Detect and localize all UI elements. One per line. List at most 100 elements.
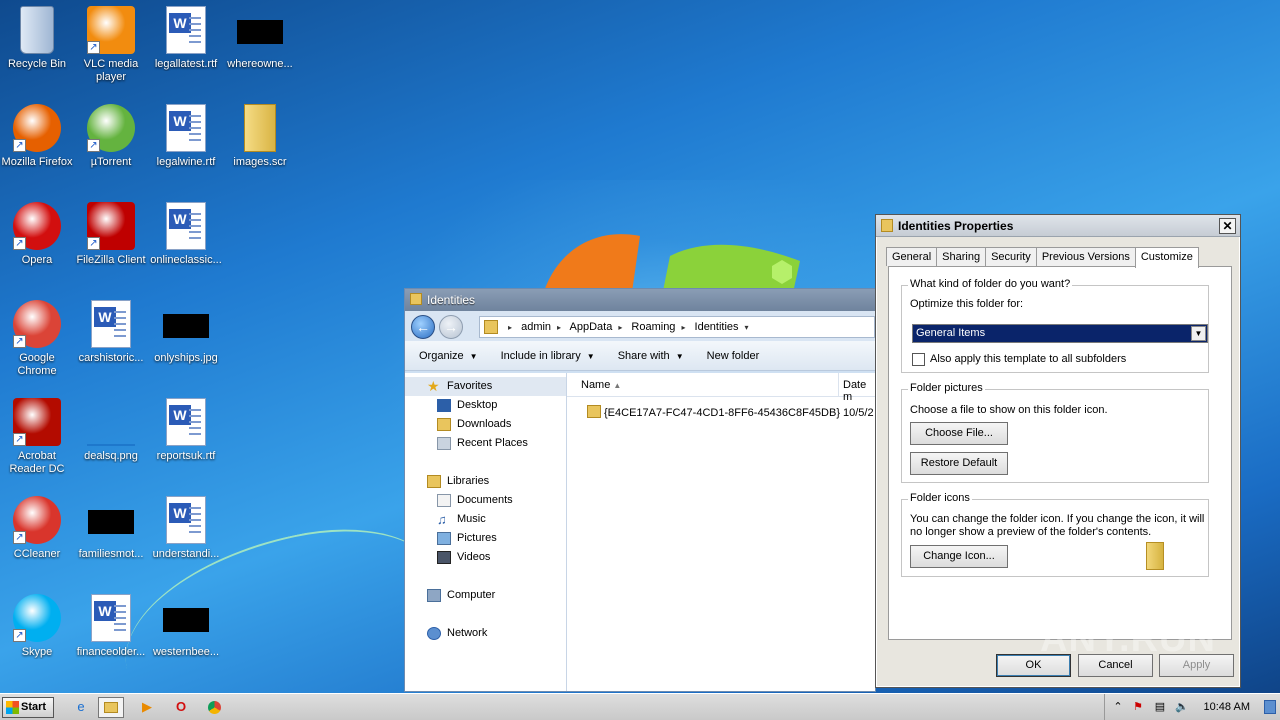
back-button[interactable]: ← bbox=[411, 315, 435, 339]
nav-downloads[interactable]: Downloads bbox=[405, 415, 566, 434]
nav-videos[interactable]: Videos bbox=[405, 548, 566, 567]
group-legend: What kind of folder do you want? bbox=[908, 278, 1073, 290]
desktop-icon-item[interactable]: whereowne... bbox=[223, 6, 297, 71]
breadcrumb-item[interactable]: Identities bbox=[695, 321, 739, 333]
desktop-icon-item[interactable]: Wcarshistoric... bbox=[74, 300, 148, 365]
chevron-right-icon[interactable]: ▸ bbox=[618, 323, 622, 332]
tab-previous-versions[interactable]: Previous Versions bbox=[1035, 247, 1136, 266]
nav-network[interactable]: Network bbox=[405, 624, 566, 643]
breadcrumb-item[interactable]: admin bbox=[521, 321, 551, 333]
explorer-titlebar[interactable]: Identities bbox=[405, 289, 875, 311]
desktop-icon-item[interactable]: ↗ Acrobat Reader DC bbox=[0, 398, 74, 476]
show-hidden-icons-icon[interactable]: ⌃ bbox=[1111, 700, 1125, 714]
nav-libraries[interactable]: Libraries bbox=[405, 472, 566, 491]
chevron-down-icon[interactable]: ▼ bbox=[1191, 326, 1206, 341]
desktop-icon-item[interactable]: ↗ CCleaner bbox=[0, 496, 74, 561]
desktop-icon-item[interactable]: westernbee... bbox=[149, 594, 223, 659]
nav-recent-places[interactable]: Recent Places bbox=[405, 434, 566, 453]
breadcrumb-item[interactable]: Roaming bbox=[631, 321, 675, 333]
volume-icon[interactable]: 🔈 bbox=[1175, 700, 1189, 714]
desktop-icon-item[interactable]: ↗ µTorrent bbox=[74, 104, 148, 169]
watermark-text: ANY.RUN bbox=[1040, 618, 1216, 660]
new-folder-button[interactable]: New folder bbox=[707, 350, 760, 362]
start-button[interactable]: Start bbox=[2, 697, 54, 718]
desktop-icon-item[interactable]: ↗ FileZilla Client bbox=[74, 202, 148, 267]
choose-file-button[interactable]: Choose File... bbox=[910, 422, 1008, 445]
tab-security[interactable]: Security bbox=[985, 247, 1037, 266]
clock[interactable]: 10:48 AM bbox=[1204, 701, 1250, 713]
opera-icon[interactable]: O bbox=[168, 697, 194, 718]
desktop-icon-item[interactable]: Recycle Bin bbox=[0, 6, 74, 71]
nav-music[interactable]: ♫ Music bbox=[405, 510, 566, 529]
desktop-icon-item[interactable]: ↗ Mozilla Firefox bbox=[0, 104, 74, 169]
forward-button[interactable]: → bbox=[439, 315, 463, 339]
desktop-icon-item[interactable]: onlyships.jpg bbox=[149, 300, 223, 365]
desktop-icon-label: dealsq.png bbox=[84, 450, 138, 462]
table-row[interactable]: {E4CE17A7-FC47-4CD1-8FF6-45436C8F45DB} 1… bbox=[567, 401, 875, 423]
apply-subfolders-label[interactable]: Also apply this template to all subfolde… bbox=[930, 353, 1126, 365]
system-tray: ⌃ ⚑ ▤ 🔈 10:48 AM bbox=[1104, 694, 1280, 720]
desktop-icon-item[interactable]: Wfinanceolder... bbox=[74, 594, 148, 659]
explorer-window[interactable]: Identities ← → ▸ admin ▸ AppData ▸ Roaming… bbox=[404, 288, 876, 692]
computer-icon bbox=[427, 589, 441, 602]
desktop-icon-item[interactable]: familiesmot... bbox=[74, 496, 148, 561]
chevron-right-icon[interactable]: ▸ bbox=[557, 323, 561, 332]
chevron-right-icon[interactable]: ▸ bbox=[508, 323, 512, 332]
explorer-taskbar-icon[interactable] bbox=[98, 697, 124, 718]
desktop-icon-item[interactable]: dealsq.png bbox=[74, 398, 148, 463]
desktop-icon-label: Mozilla Firefox bbox=[1, 156, 73, 168]
word-doc-icon: W bbox=[166, 202, 206, 250]
desktop-icon-item[interactable]: images.scr bbox=[223, 104, 297, 169]
desktop-icon-item[interactable]: Wonlineclassic... bbox=[149, 202, 223, 267]
close-button[interactable]: ✕ bbox=[1219, 218, 1236, 234]
folder-icon bbox=[484, 320, 498, 334]
organize-button[interactable]: Organize ▼ bbox=[419, 350, 478, 362]
desktop-icon-item[interactable]: ↗ VLC media player bbox=[74, 6, 148, 84]
desktop-icon-item[interactable]: Wlegalwine.rtf bbox=[149, 104, 223, 169]
desktop-icon-item[interactable]: ↗ Opera bbox=[0, 202, 74, 267]
desktop-icon-item[interactable]: Wreportsuk.rtf bbox=[149, 398, 223, 463]
column-name[interactable]: Name ▲ bbox=[567, 373, 839, 397]
tab-sharing[interactable]: Sharing bbox=[936, 247, 987, 266]
dialog-titlebar[interactable]: Identities Properties ✕ bbox=[876, 215, 1240, 237]
apply-subfolders-checkbox[interactable] bbox=[912, 353, 925, 366]
ie-icon[interactable]: e bbox=[68, 697, 94, 718]
desktop-icon-label: familiesmot... bbox=[78, 548, 144, 560]
tab-customize[interactable]: Customize bbox=[1134, 247, 1199, 268]
tab-general[interactable]: General bbox=[886, 247, 938, 266]
desktop-icon-item[interactable]: Wlegallatest.rtf bbox=[149, 6, 223, 71]
chevron-right-icon[interactable]: ▸ bbox=[681, 323, 685, 332]
restore-default-button[interactable]: Restore Default bbox=[910, 452, 1008, 475]
network-tray-icon[interactable]: ▤ bbox=[1153, 700, 1167, 714]
nav-pictures[interactable]: Pictures bbox=[405, 529, 566, 548]
desktop-icon-label: onlineclassic... bbox=[150, 254, 222, 266]
windows-logo-icon bbox=[6, 701, 19, 714]
nav-computer[interactable]: Computer bbox=[405, 586, 566, 605]
properties-dialog[interactable]: Identities Properties ✕ General Sharing Se… bbox=[875, 214, 1241, 688]
nav-desktop[interactable]: Desktop bbox=[405, 396, 566, 415]
desktop-icon-item[interactable]: ↗ Skype bbox=[0, 594, 74, 659]
shortcut-arrow-icon: ↗ bbox=[13, 629, 26, 642]
media-player-icon[interactable]: ▶ bbox=[134, 697, 160, 718]
desktop-icon-label: understandi... bbox=[152, 548, 220, 560]
column-date[interactable]: Date m bbox=[843, 379, 875, 403]
recent-places-icon bbox=[437, 437, 451, 450]
desktop-icon-label: Acrobat Reader DC bbox=[9, 450, 65, 475]
desktop-icon-item[interactable]: ↗ Google Chrome bbox=[0, 300, 74, 378]
share-with-button[interactable]: Share with ▼ bbox=[618, 350, 684, 362]
address-bar[interactable]: ▸ admin ▸ AppData ▸ Roaming ▸ Identities ▾ bbox=[479, 316, 875, 338]
change-icon-button[interactable]: Change Icon... bbox=[910, 545, 1008, 568]
desktop-icon-label: Skype bbox=[21, 646, 53, 658]
include-in-library-button[interactable]: Include in library ▼ bbox=[501, 350, 595, 362]
nav-favorites[interactable]: ★ Favorites bbox=[405, 377, 566, 396]
chevron-down-icon[interactable]: ▾ bbox=[745, 323, 749, 332]
desktop-icon-item[interactable]: Wunderstandi... bbox=[149, 496, 223, 561]
breadcrumb-item[interactable]: AppData bbox=[570, 321, 613, 333]
nav-documents[interactable]: Documents bbox=[405, 491, 566, 510]
chrome-icon[interactable] bbox=[201, 697, 227, 718]
action-center-icon[interactable]: ⚑ bbox=[1131, 700, 1145, 714]
folder-type-select[interactable]: General Items ▼ bbox=[912, 324, 1208, 343]
firefox-icon: ↗ bbox=[13, 104, 61, 152]
show-desktop-icon[interactable] bbox=[1264, 700, 1276, 714]
desktop-icon-label: FileZilla Client bbox=[76, 254, 146, 266]
